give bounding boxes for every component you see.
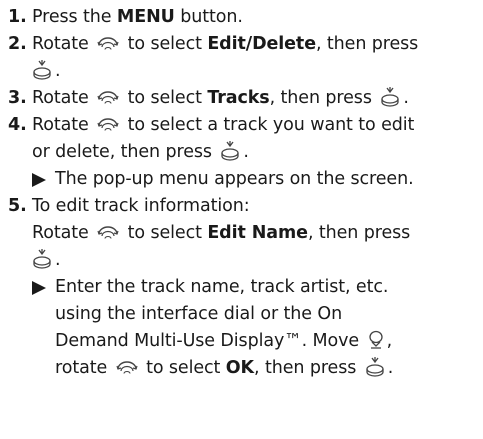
result-text: to select [140, 358, 226, 378]
step-text: or delete, then press [32, 142, 212, 162]
step-number: 5. [8, 196, 27, 216]
step-number: 1. [8, 7, 27, 27]
step-number: 4. [8, 115, 27, 135]
manual-page: 1. Press the MENU button. 2. Rotate to s… [0, 0, 483, 439]
step-text: , then press [307, 223, 411, 243]
step-5: 5. To edit track information: Rotate to … [8, 193, 477, 382]
result-text: The pop-up menu appears on the screen. [55, 169, 414, 189]
step-2: 2. Rotate to select Edit/Delete, then pr… [8, 31, 477, 85]
ok-label: OK [225, 358, 255, 378]
edit-name-label: Edit Name [207, 223, 308, 243]
interface-dial-rotate-icon [97, 116, 119, 134]
result-note: The pop-up menu appears on the screen. [32, 166, 477, 193]
result-text: Enter the track name, track artist, etc. [55, 277, 389, 297]
step-text: to select [122, 34, 208, 54]
edit-delete-label: Edit/Delete [207, 34, 316, 54]
step-text: Rotate [32, 223, 89, 243]
result-note: Enter the track name, track artist, etc.… [32, 274, 477, 382]
step-4: 4. Rotate to select a track you want to … [8, 112, 477, 193]
step-text: , then press [315, 34, 419, 54]
step-text: button. [174, 7, 243, 27]
step-text: to select [122, 223, 208, 243]
tracks-label: Tracks [207, 88, 270, 108]
interface-dial-rotate-icon [97, 35, 119, 53]
interface-dial-press-icon [380, 87, 400, 107]
result-text: , then press [254, 358, 357, 378]
step-number: 2. [8, 34, 27, 54]
step-3: 3. Rotate to select Tracks, then press . [8, 85, 477, 112]
result-arrow-icon [32, 173, 46, 187]
step-text: , then press [269, 88, 372, 108]
interface-dial-move-icon [368, 330, 384, 350]
interface-dial-press-icon [220, 141, 240, 161]
step-text: Rotate [32, 115, 89, 135]
interface-dial-press-icon [365, 357, 385, 377]
step-text: to select a track you want to edit [122, 115, 415, 135]
result-arrow-icon [32, 281, 46, 295]
interface-dial-press-icon [32, 249, 52, 269]
interface-dial-press-icon [32, 60, 52, 80]
result-text: using the interface dial or the On [55, 304, 343, 324]
result-text: rotate [55, 358, 108, 378]
step-text: Rotate [32, 88, 89, 108]
result-text: Demand Multi-Use Display™. Move [55, 331, 360, 351]
interface-dial-rotate-icon [116, 359, 138, 377]
interface-dial-rotate-icon [97, 224, 119, 242]
step-1: 1. Press the MENU button. [8, 4, 477, 31]
step-number: 3. [8, 88, 27, 108]
step-text: Press the [32, 7, 117, 27]
step-text: Rotate [32, 34, 89, 54]
menu-button-label: MENU [116, 7, 175, 27]
interface-dial-rotate-icon [97, 89, 119, 107]
step-text: to select [122, 88, 208, 108]
step-text: To edit track information: [32, 196, 250, 216]
